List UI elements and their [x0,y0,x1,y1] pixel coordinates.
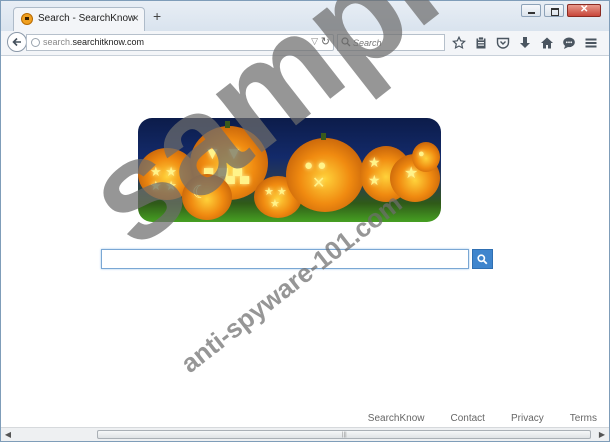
horizontal-scrollbar[interactable]: ◀ ||| ▶ [1,427,609,441]
reload-icon[interactable]: ↻ [321,35,330,48]
back-arrow-icon [12,37,21,47]
tab-close-icon[interactable]: × [132,11,139,25]
toolbar-icons [451,35,599,51]
chat-icon[interactable] [561,35,577,51]
browser-search-input[interactable] [353,36,441,49]
star-icon[interactable] [451,35,467,51]
maximize-button[interactable] [544,4,564,17]
tab-title: Search - SearchKnow [38,13,136,24]
url-text: search.searchitknow.com [43,37,145,47]
tab-search-searchknow[interactable]: Search - SearchKnow × [13,7,145,31]
navigation-bar: search.searchitknow.com ▽ ↻ [1,31,609,56]
magnifier-icon [341,37,351,47]
home-icon[interactable] [539,35,555,51]
browser-window: Search - SearchKnow × + search.searchitk… [0,0,610,442]
grip-icon: ||| [342,432,347,438]
close-window-button[interactable] [567,4,601,17]
url-bar[interactable]: search.searchitknow.com ▽ ↻ [26,34,334,51]
scroll-left-icon[interactable]: ◀ [3,430,13,440]
main-search-input[interactable] [101,249,469,269]
footer-links: SearchKnow Contact Privacy Terms [368,413,597,424]
pocket-icon[interactable] [495,35,511,51]
pumpkin-image: ● [412,142,440,172]
scroll-right-icon[interactable]: ▶ [597,430,607,440]
minimize-button[interactable] [521,4,541,17]
new-tab-button[interactable]: + [153,9,161,23]
clipboard-icon[interactable] [473,35,489,51]
halloween-banner: ★ ★ ★ ★ ▼ ▼ ▀▄▀▄▀▄ ☾ ★ ★ ★ ● ● ✕ ★ ★ ★ ● [138,118,441,222]
pumpkin-icon [21,13,33,25]
scrollbar-thumb[interactable]: ||| [97,430,591,439]
menu-icon[interactable] [583,35,599,51]
search-icon [477,254,488,265]
page-content: ★ ★ ★ ★ ▼ ▼ ▀▄▀▄▀▄ ☾ ★ ★ ★ ● ● ✕ ★ ★ ★ ●… [1,56,609,427]
window-controls [521,4,601,17]
footer-link-privacy[interactable]: Privacy [511,413,544,424]
footer-link-terms[interactable]: Terms [570,413,597,424]
download-icon[interactable] [517,35,533,51]
pumpkin-image: ☾ [182,174,232,220]
back-button[interactable] [7,32,27,52]
browser-search-bar[interactable] [337,34,445,51]
pumpkin-image: ● ● ✕ [286,133,364,212]
footer-link-searchknow[interactable]: SearchKnow [368,413,425,424]
tab-strip: Search - SearchKnow × + [1,1,609,31]
search-button[interactable] [472,249,493,269]
footer-link-contact[interactable]: Contact [451,413,485,424]
url-dropdown-icon[interactable]: ▽ [311,36,318,47]
globe-icon [31,38,40,47]
